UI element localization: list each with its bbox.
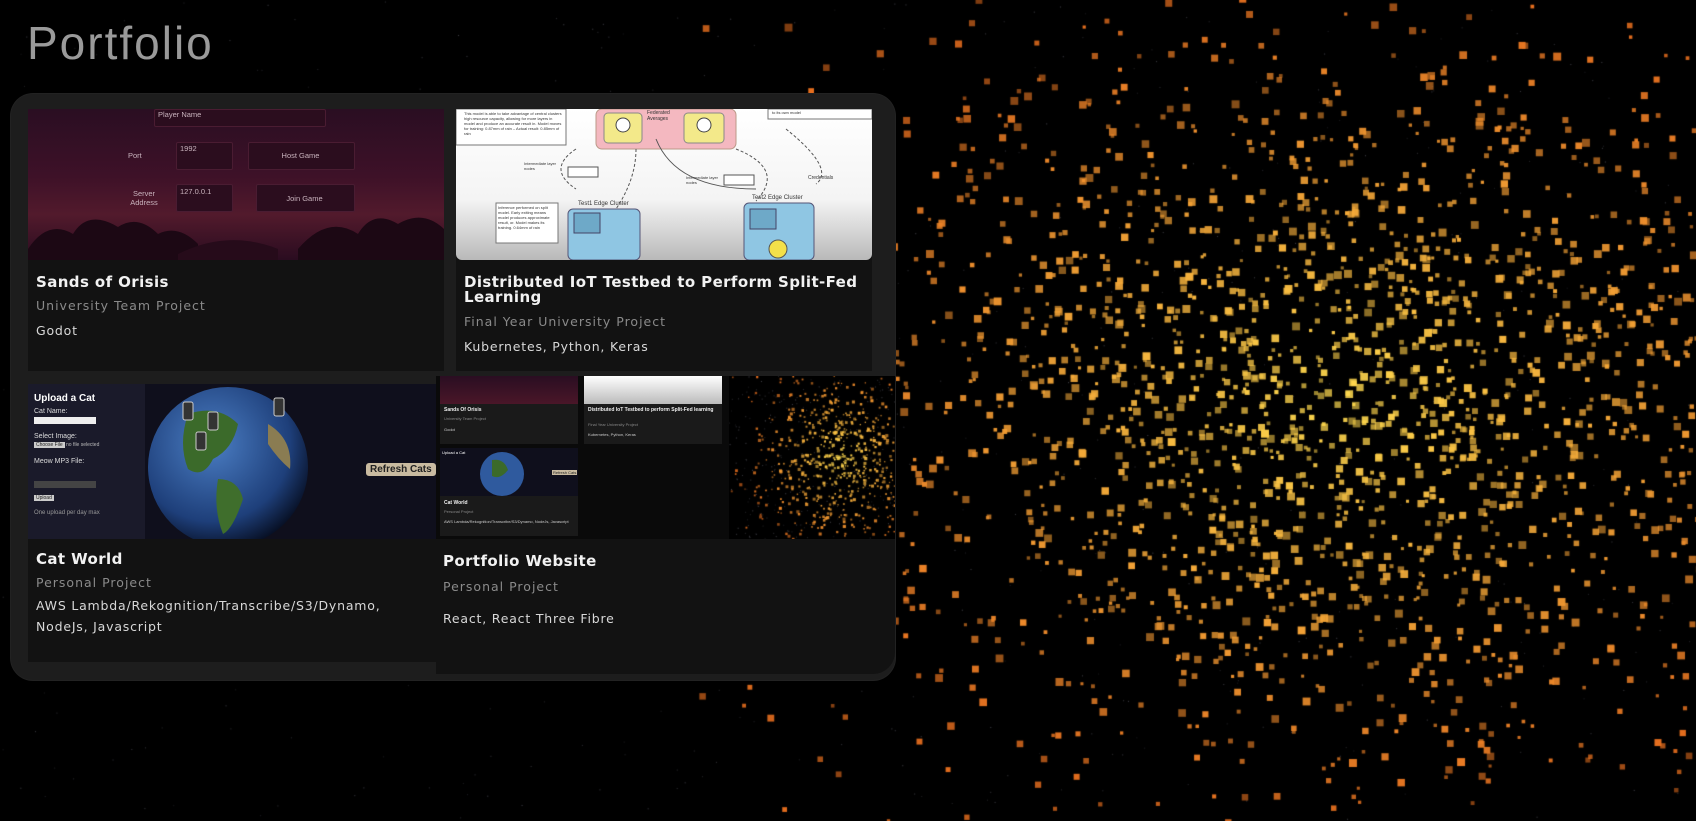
project-card-sands-of-orisis[interactable]: Player Name Port 1992 Host Game Server A… <box>28 109 444 371</box>
refresh-cats-button: Refresh Cats <box>366 463 436 476</box>
server-address-label: Server Address <box>130 189 158 207</box>
mini-card-2: Distributed IoT Testbed to perform Split… <box>584 376 722 444</box>
project-card-distributed-iot[interactable]: This model is able to take advantage of … <box>456 109 872 371</box>
project-subtitle: Personal Project <box>36 575 152 590</box>
clouds-decoration <box>28 217 444 260</box>
mini-sub-1: University Team Project <box>444 416 486 421</box>
mini-sub-2: Final Year University Project <box>588 422 639 427</box>
diagram-credentials: Credentials <box>808 175 834 181</box>
mini-thumb-1 <box>440 376 578 404</box>
project-title: Portfolio Website <box>443 552 597 570</box>
diagram-intermediate-2: Intermediate layer nodes <box>686 175 719 185</box>
project-title: Cat World <box>36 550 123 568</box>
project-title: Sands of Orisis <box>36 273 169 291</box>
project-card-cat-world[interactable]: Upload a Cat Cat Name: Select Image: Cho… <box>28 384 444 662</box>
mini-title-2: Distributed IoT Testbed to perform Split… <box>588 407 714 413</box>
project-thumbnail-architecture-diagram: This model is able to take advantage of … <box>456 109 872 260</box>
mini-tech-2: Kubernetes, Python, Keras <box>588 432 636 437</box>
diagram-cluster-1: Test1 Edge Cluster <box>578 201 629 207</box>
project-thumbnail-portfolio: Sands Of Orisis University Team Project … <box>436 376 895 539</box>
globe-illustration <box>148 387 308 539</box>
page-title: Portfolio <box>27 17 214 69</box>
player-name-label: Player Name <box>158 110 202 119</box>
mini-card-1: Sands Of Orisis University Team Project … <box>440 376 578 444</box>
mini-thumb-2 <box>584 376 722 404</box>
project-tech: React, React Three Fibre <box>443 611 615 626</box>
project-tech: AWS Lambda/Rekognition/Transcribe/S3/Dyn… <box>36 598 381 634</box>
mini-refresh: Refresh Cats <box>552 470 578 475</box>
project-thumbnail-game-lobby: Player Name Port 1992 Host Game Server A… <box>28 109 444 260</box>
project-subtitle: University Team Project <box>36 298 206 313</box>
mini-card-3: Upload a Cat Refresh Cats Cat World Pers… <box>440 448 578 536</box>
project-subtitle: Final Year University Project <box>464 314 667 329</box>
port-value: 1992 <box>180 144 197 153</box>
project-thumbnail-cat-world: Upload a Cat Cat Name: Select Image: Cho… <box>28 384 444 539</box>
project-title: Distributed IoT Testbed to Perform Split… <box>464 273 858 306</box>
join-game-label: Join Game <box>286 194 323 203</box>
diagram-federated-label: Federated Averages <box>647 110 670 122</box>
project-card-portfolio-website[interactable]: Sands Of Orisis University Team Project … <box>436 376 895 674</box>
mini-title-3: Cat World <box>444 500 468 506</box>
project-tech: Kubernetes, Python, Keras <box>464 339 649 354</box>
mini-tech-3: AWS Lambda/Rekognition/Transcribe/S3/Dyn… <box>444 519 569 524</box>
diagram-intermediate-1: Intermediate layer nodes <box>524 161 557 171</box>
diagram-cluster-2: Test2 Edge Cluster <box>752 195 803 201</box>
diagram-own-model-label: to its own model <box>772 110 801 115</box>
mini-sub-3: Personal Project <box>444 509 474 514</box>
project-subtitle: Personal Project <box>443 579 559 594</box>
port-label: Port <box>128 151 142 160</box>
host-game-label: Host Game <box>281 151 320 160</box>
mini-title-1: Sands Of Orisis <box>444 407 482 413</box>
diagram-note-top: This model is able to take advantage of … <box>464 111 562 136</box>
diagram-note-bottom: Inference performed on split model. Earl… <box>498 205 550 230</box>
project-tech: Godot <box>36 323 78 338</box>
server-value: 127.0.0.1 <box>180 187 212 196</box>
mini-particle-preview <box>729 376 895 539</box>
mini-tech-1: Godot <box>444 427 455 432</box>
projects-panel: Player Name Port 1992 Host Game Server A… <box>11 94 895 680</box>
